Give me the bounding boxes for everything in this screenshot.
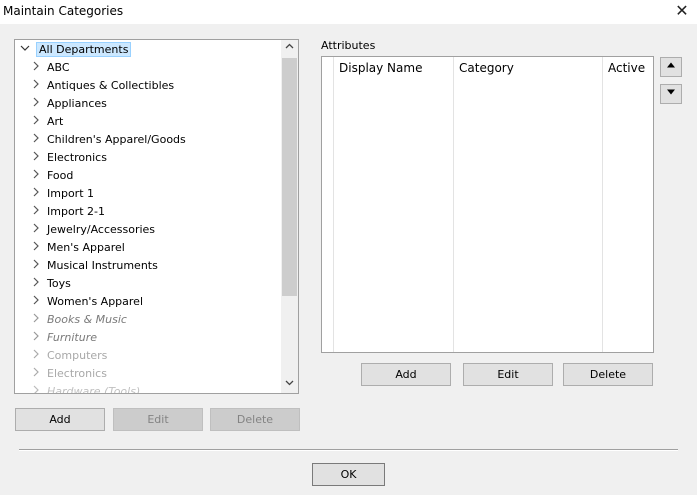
- category-delete-button[interactable]: Delete: [210, 408, 300, 431]
- footer-separator: [19, 449, 678, 451]
- tree-node-label[interactable]: Furniture: [47, 331, 97, 344]
- tree-node[interactable]: Food: [31, 167, 73, 185]
- column-header-category[interactable]: Category: [459, 61, 514, 75]
- scrollbar-thumb[interactable]: [282, 58, 297, 296]
- chevron-right-icon[interactable]: [31, 95, 41, 113]
- triangle-down-icon: [667, 89, 675, 95]
- tree-scrollbar[interactable]: [281, 40, 298, 393]
- tree-node-label[interactable]: Import 1: [47, 187, 94, 200]
- category-add-button[interactable]: Add: [15, 408, 105, 431]
- chevron-right-icon[interactable]: [31, 113, 41, 131]
- tree-node-label[interactable]: Import 2-1: [47, 205, 105, 218]
- tree-node-label[interactable]: Jewelry/Accessories: [47, 223, 155, 236]
- chevron-right-icon[interactable]: [31, 149, 41, 167]
- tree-node-label[interactable]: Men's Apparel: [47, 241, 125, 254]
- tree-node-label[interactable]: Computers: [47, 349, 107, 362]
- column-display-name[interactable]: [334, 57, 454, 352]
- close-icon[interactable]: ✕: [673, 2, 691, 20]
- tree-node-label[interactable]: Food: [47, 169, 73, 182]
- tree-node[interactable]: Musical Instruments: [31, 257, 158, 275]
- tree-node-label[interactable]: ABC: [47, 61, 70, 74]
- tree-node-root[interactable]: All Departments: [20, 41, 132, 59]
- chevron-right-icon[interactable]: [31, 347, 41, 365]
- tree-node-disabled[interactable]: Electronics: [31, 365, 107, 383]
- tree-node-label[interactable]: Women's Apparel: [47, 295, 143, 308]
- column-category[interactable]: [454, 57, 603, 352]
- tree-node-inactive[interactable]: Books & Music: [31, 311, 127, 329]
- chevron-right-icon[interactable]: [31, 59, 41, 77]
- tree-node[interactable]: Children's Apparel/Goods: [31, 131, 186, 149]
- chevron-right-icon[interactable]: [31, 293, 41, 311]
- tree-node-label[interactable]: Hardware (Tools): [47, 385, 140, 393]
- chevron-right-icon[interactable]: [31, 239, 41, 257]
- tree-node-inactive[interactable]: Furniture: [31, 329, 97, 347]
- tree-node[interactable]: Import 1: [31, 185, 94, 203]
- chevron-down-icon[interactable]: [20, 41, 30, 59]
- tree-node-disabled[interactable]: Computers: [31, 347, 107, 365]
- tree-node-label[interactable]: All Departments: [36, 42, 132, 57]
- chevron-right-icon[interactable]: [31, 311, 41, 329]
- tree-node-label[interactable]: Art: [47, 115, 63, 128]
- tree-node-disabled[interactable]: Hardware (Tools): [31, 383, 140, 393]
- attribute-add-button[interactable]: Add: [361, 363, 451, 386]
- tree-list: All Departments ABC Antiques & Collectib…: [15, 40, 283, 393]
- tree-node-label[interactable]: Electronics: [47, 151, 107, 164]
- attribute-delete-button[interactable]: Delete: [563, 363, 653, 386]
- chevron-right-icon[interactable]: [31, 257, 41, 275]
- tree-node-label[interactable]: Electronics: [47, 367, 107, 380]
- tree-node-label[interactable]: Appliances: [47, 97, 107, 110]
- column-header-display-name[interactable]: Display Name: [339, 61, 422, 75]
- row-header-column: [322, 57, 334, 352]
- scroll-down-icon[interactable]: [281, 376, 298, 393]
- tree-node[interactable]: ABC: [31, 59, 70, 77]
- tree-node[interactable]: Import 2-1: [31, 203, 105, 221]
- tree-node[interactable]: Art: [31, 113, 63, 131]
- tree-node[interactable]: Appliances: [31, 95, 107, 113]
- chevron-right-icon[interactable]: [31, 203, 41, 221]
- attribute-edit-button[interactable]: Edit: [463, 363, 553, 386]
- tree-node-label[interactable]: Antiques & Collectibles: [47, 79, 174, 92]
- attributes-label: Attributes: [321, 39, 376, 52]
- tree-node-label[interactable]: Musical Instruments: [47, 259, 158, 272]
- tree-node-label[interactable]: Books & Music: [47, 313, 127, 326]
- chevron-right-icon[interactable]: [31, 167, 41, 185]
- column-header-active[interactable]: Active: [608, 61, 645, 75]
- tree-node[interactable]: Men's Apparel: [31, 239, 125, 257]
- tree-node[interactable]: Electronics: [31, 149, 107, 167]
- chevron-right-icon[interactable]: [31, 329, 41, 347]
- chevron-right-icon[interactable]: [31, 383, 41, 393]
- tree-node[interactable]: Jewelry/Accessories: [31, 221, 155, 239]
- move-down-button[interactable]: [660, 84, 682, 104]
- category-tree[interactable]: All Departments ABC Antiques & Collectib…: [14, 39, 299, 394]
- chevron-right-icon[interactable]: [31, 221, 41, 239]
- tree-node[interactable]: Toys: [31, 275, 71, 293]
- move-up-button[interactable]: [660, 57, 682, 77]
- tree-node-label[interactable]: Toys: [47, 277, 71, 290]
- tree-node[interactable]: Women's Apparel: [31, 293, 143, 311]
- attributes-grid[interactable]: Display Name Category Active: [321, 56, 654, 353]
- tree-node[interactable]: Antiques & Collectibles: [31, 77, 174, 95]
- triangle-up-icon: [667, 62, 675, 68]
- chevron-right-icon[interactable]: [31, 365, 41, 383]
- window-title: Maintain Categories: [3, 4, 124, 18]
- chevron-right-icon[interactable]: [31, 185, 41, 203]
- column-active[interactable]: [603, 57, 653, 352]
- ok-button[interactable]: OK: [312, 463, 385, 486]
- scroll-up-icon[interactable]: [281, 40, 298, 57]
- chevron-right-icon[interactable]: [31, 275, 41, 293]
- chevron-right-icon[interactable]: [31, 131, 41, 149]
- category-edit-button[interactable]: Edit: [113, 408, 203, 431]
- title-bar: Maintain Categories ✕: [0, 0, 697, 24]
- tree-node-label[interactable]: Children's Apparel/Goods: [47, 133, 186, 146]
- chevron-right-icon[interactable]: [31, 77, 41, 95]
